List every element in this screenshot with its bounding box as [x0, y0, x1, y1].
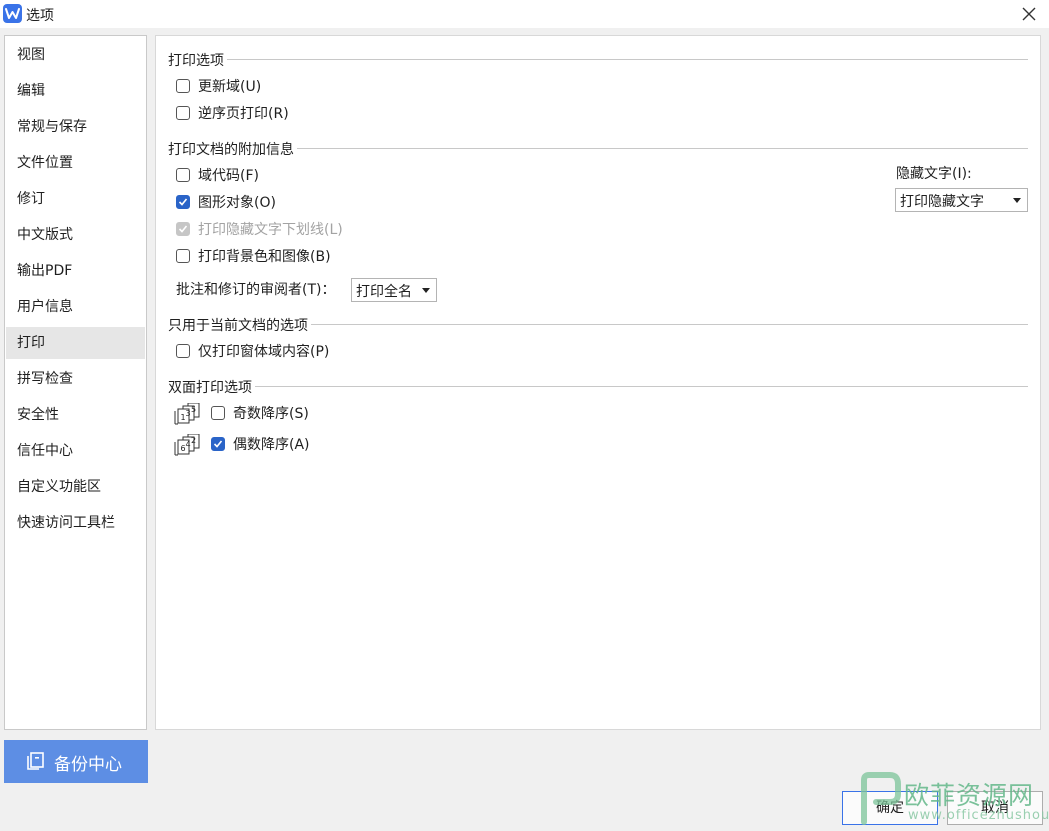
section-title-additional-info: 打印文档的附加信息 — [168, 139, 297, 159]
checkbox-label: 偶数降序(A) — [233, 437, 310, 453]
dropdown-arrow-icon — [422, 288, 430, 293]
backup-icon — [27, 752, 45, 770]
section-divider — [168, 148, 1028, 149]
checkbox-box[interactable] — [176, 168, 190, 182]
checkbox-label: 图形对象(O) — [198, 195, 276, 211]
ok-button[interactable]: 确定 — [842, 791, 938, 825]
hidden-text-select[interactable]: 打印隐藏文字 — [895, 188, 1028, 212]
print-settings-panel: 打印选项 更新域(U) 逆序页打印(R) 打印文档的附加信息 域代码(F) 图形… — [155, 35, 1041, 730]
checkbox-label: 奇数降序(S) — [233, 406, 309, 422]
reviewer-label: 批注和修订的审阅者(T)： — [176, 282, 336, 298]
section-title-print-options: 打印选项 — [168, 50, 227, 70]
checkbox-label: 打印背景色和图像(B) — [198, 249, 331, 265]
checkbox-box[interactable] — [211, 406, 225, 420]
checkbox-box[interactable] — [176, 79, 190, 93]
close-icon — [1022, 7, 1036, 21]
sidebar-item-revisions[interactable]: 修订 — [6, 183, 145, 215]
checkmark-icon — [178, 225, 188, 233]
sidebar-item-export-pdf[interactable]: 输出PDF — [6, 255, 145, 287]
sidebar-nav: 视图 编辑 常规与保存 文件位置 修订 中文版式 输出PDF 用户信息 打印 拼… — [4, 35, 147, 730]
hidden-text-select-value: 打印隐藏文字 — [900, 194, 984, 210]
sidebar-item-trust-center[interactable]: 信任中心 — [6, 435, 145, 467]
close-button[interactable] — [1015, 2, 1043, 26]
sidebar-item-user-info[interactable]: 用户信息 — [6, 291, 145, 323]
sidebar-item-print[interactable]: 打印 — [6, 327, 145, 359]
checkbox-label: 逆序页打印(R) — [198, 106, 289, 122]
window-title: 选项 — [26, 8, 54, 24]
checkmark-icon — [178, 198, 188, 206]
backup-center-label: 备份中心 — [54, 755, 122, 775]
sidebar-item-chinese-layout[interactable]: 中文版式 — [6, 219, 145, 251]
section-divider — [168, 386, 1028, 387]
reviewer-select-value: 打印全名 — [356, 284, 412, 300]
hidden-text-label: 隐藏文字(I): — [896, 166, 972, 182]
section-divider — [168, 59, 1028, 60]
checkbox-label: 打印隐藏文字下划线(L) — [198, 222, 343, 238]
backup-center-button[interactable]: 备份中心 — [4, 740, 148, 783]
sidebar-item-customize-ribbon[interactable]: 自定义功能区 — [6, 471, 145, 503]
sidebar-item-file-locations[interactable]: 文件位置 — [6, 147, 145, 179]
checkbox-box[interactable] — [176, 106, 190, 120]
checkbox-label: 域代码(F) — [198, 168, 259, 184]
even-digit-4: 4 — [186, 440, 191, 449]
sidebar-item-spell-check[interactable]: 拼写检查 — [6, 363, 145, 395]
checkbox-label: 仅打印窗体域内容(P) — [198, 344, 330, 360]
reviewer-select[interactable]: 打印全名 — [351, 278, 437, 302]
even-pages-icon: 6 4 2 — [174, 434, 204, 456]
checkbox-label: 更新域(U) — [198, 79, 262, 95]
odd-pages-icon: 1 3 5 — [174, 403, 204, 425]
sidebar-item-security[interactable]: 安全性 — [6, 399, 145, 431]
even-digit-2: 2 — [191, 436, 196, 445]
checkbox-box[interactable] — [176, 249, 190, 263]
checkbox-box-checked[interactable] — [211, 437, 225, 451]
checkmark-icon — [213, 440, 223, 448]
checkbox-box-disabled — [176, 222, 190, 236]
dropdown-arrow-icon — [1013, 198, 1021, 203]
sidebar-item-edit[interactable]: 编辑 — [6, 75, 145, 107]
odd-digit-3: 3 — [186, 409, 191, 418]
cancel-button[interactable]: 取消 — [947, 791, 1043, 825]
section-title-duplex: 双面打印选项 — [168, 377, 255, 397]
section-title-current-doc: 只用于当前文档的选项 — [168, 315, 311, 335]
sidebar-item-quick-access-toolbar[interactable]: 快速访问工具栏 — [6, 507, 145, 539]
title-bar: 选项 — [0, 0, 1049, 28]
wps-writer-icon — [3, 4, 22, 23]
checkbox-box-checked[interactable] — [176, 195, 190, 209]
checkbox-box[interactable] — [176, 344, 190, 358]
odd-digit-5: 5 — [191, 405, 196, 414]
sidebar-item-view[interactable]: 视图 — [6, 39, 145, 71]
sidebar-item-general-save[interactable]: 常规与保存 — [6, 111, 145, 143]
